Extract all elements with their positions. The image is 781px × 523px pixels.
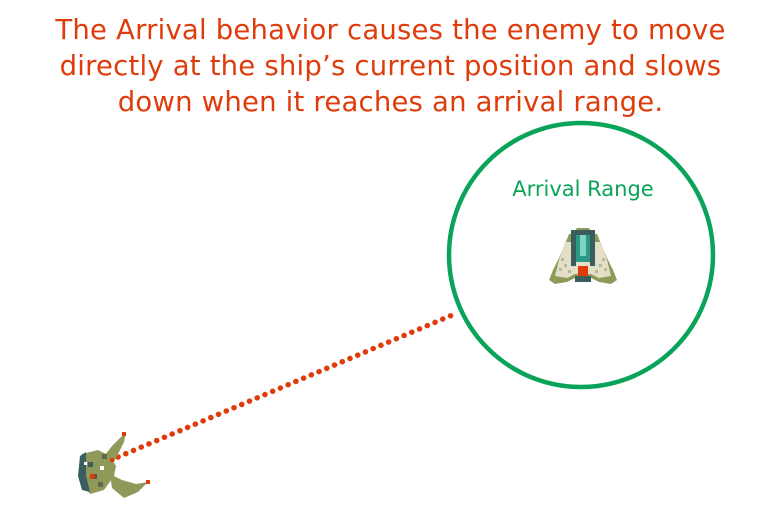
enemy-ship-icon	[78, 432, 150, 498]
player-ship-icon	[549, 228, 617, 284]
arrival-range-label: Arrival Range	[512, 177, 653, 201]
pursuit-path	[115, 310, 460, 460]
diagram-canvas: The Arrival behavior causes the enemy to…	[0, 0, 781, 523]
scene-graphic: Arrival Range	[78, 120, 716, 498]
